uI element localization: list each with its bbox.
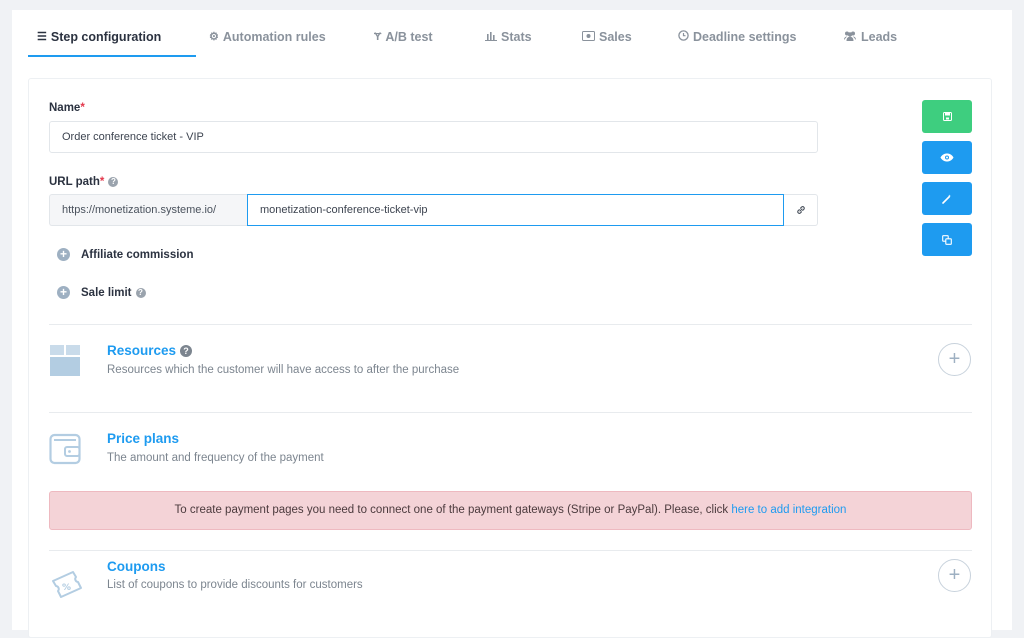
divider [49, 550, 972, 551]
add-affiliate-commission-icon[interactable]: + [57, 248, 70, 261]
coupons-title[interactable]: Coupons [107, 559, 166, 574]
resources-description: Resources which the customer will have a… [107, 364, 460, 376]
link-icon [796, 206, 805, 214]
add-coupon-button[interactable]: + [938, 559, 971, 592]
help-icon[interactable]: ? [135, 287, 146, 298]
alert-text: To create payment pages you need to conn… [174, 504, 732, 516]
help-icon[interactable]: ? [108, 176, 119, 187]
tab-label: Sales [599, 30, 632, 44]
resources-title[interactable]: Resources? [107, 343, 193, 358]
tab-automation-rules[interactable]: ⚙ Automation rules [209, 30, 326, 44]
tab-ab-test[interactable]: Ɏ A/B test [374, 30, 433, 44]
divider [49, 412, 972, 413]
required-mark: * [99, 176, 105, 188]
tab-sales[interactable]: Sales [582, 30, 632, 44]
svg-text:%: % [62, 583, 71, 593]
help-icon[interactable]: ? [180, 345, 193, 358]
tab-label: A/B test [385, 30, 433, 44]
sale-limit-text: Sale limit [81, 287, 132, 299]
name-input[interactable]: Order conference ticket - VIP [49, 121, 818, 153]
cogs-icon: ⚙ [209, 30, 219, 43]
tab-deadline-settings[interactable]: Deadline settings [678, 30, 797, 44]
url-path-label: URL path*? [49, 176, 119, 188]
main-panel: ☰ Step configuration ⚙ Automation rules … [12, 10, 1012, 638]
users-icon [843, 31, 857, 44]
url-prefix: https://monetization.systeme.io/ [49, 194, 247, 226]
fork-icon: Ɏ [374, 30, 382, 43]
sale-limit-label[interactable]: Sale limit? [81, 287, 146, 299]
tab-step-configuration[interactable]: ☰ Step configuration [37, 30, 161, 44]
affiliate-commission-label[interactable]: Affiliate commission [81, 249, 193, 261]
copy-icon [942, 234, 952, 245]
url-path-label-text: URL path [49, 176, 100, 188]
tab-bar: ☰ Step configuration ⚙ Automation rules … [12, 10, 1012, 62]
tab-label: Stats [501, 30, 532, 44]
tab-label: Deadline settings [693, 30, 797, 44]
url-path-input[interactable]: monetization-conference-ticket-vip [247, 194, 784, 226]
price-plans-title[interactable]: Price plans [107, 431, 179, 446]
divider [49, 324, 972, 325]
coupons-description: List of coupons to provide discounts for… [107, 579, 363, 591]
price-plans-description: The amount and frequency of the payment [107, 452, 324, 464]
step-config-card: Name* Order conference ticket - VIP URL … [28, 78, 992, 638]
edit-button[interactable] [922, 182, 972, 215]
add-sale-limit-icon[interactable]: + [57, 286, 70, 299]
add-resource-button[interactable]: + [938, 343, 971, 376]
duplicate-button[interactable] [922, 223, 972, 256]
name-label: Name* [49, 102, 85, 114]
add-integration-link[interactable]: here to add integration [731, 504, 846, 516]
eye-icon [940, 153, 954, 162]
required-mark: * [80, 102, 85, 114]
floppy-disk-icon [942, 112, 952, 121]
tab-leads[interactable]: Leads [843, 30, 897, 44]
payment-gateway-alert: To create payment pages you need to conn… [49, 491, 972, 530]
list-icon: ☰ [37, 30, 47, 43]
copy-link-button[interactable] [784, 194, 818, 226]
box-icon [49, 345, 81, 380]
magic-wand-icon [942, 194, 951, 204]
name-label-text: Name [49, 102, 81, 114]
wallet-icon [49, 433, 81, 468]
active-tab-indicator [28, 55, 196, 57]
clock-icon [678, 30, 689, 44]
tab-label: Automation rules [222, 30, 326, 44]
coupon-icon: % [49, 569, 83, 604]
resources-title-text: Resources [107, 343, 177, 358]
tab-stats[interactable]: Stats [485, 30, 532, 44]
save-button[interactable] [922, 100, 972, 133]
preview-button[interactable] [922, 141, 972, 174]
bar-chart-icon [485, 31, 497, 44]
money-icon [582, 30, 595, 44]
tab-label: Step configuration [50, 30, 162, 44]
tab-label: Leads [861, 30, 898, 44]
